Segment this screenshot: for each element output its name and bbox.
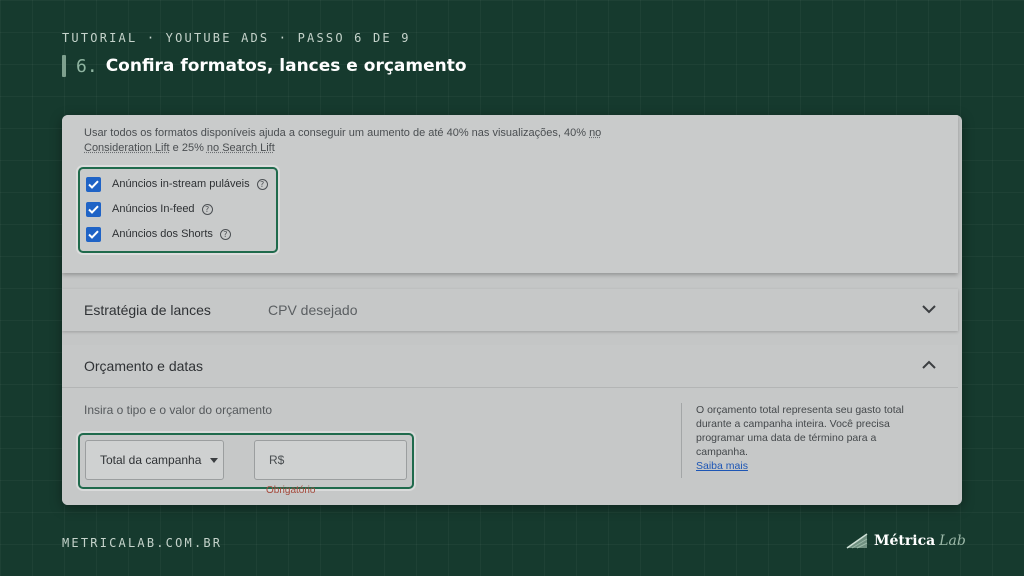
checkbox-checked-icon[interactable] xyxy=(86,226,101,242)
tutorial-eyebrow: TUTORIAL · YOUTUBE ADS · PASSO 6 DE 9 xyxy=(62,31,411,45)
format-option-infeed[interactable]: Anúncios In-feed ? xyxy=(86,197,213,221)
budget-type-select[interactable]: Total da campanha xyxy=(85,440,224,480)
bidding-strategy-row[interactable]: Estratégia de lances CPV desejado xyxy=(62,289,958,331)
metrica-lab-logo: Métrica Lab xyxy=(846,532,966,550)
formats-description-text-2: e 25% xyxy=(169,142,207,154)
budget-info: O orçamento total representa seu gasto t… xyxy=(681,403,911,478)
budget-label: Orçamento e datas xyxy=(84,358,204,374)
budget-type-value: Total da campanha xyxy=(100,453,202,467)
google-ads-panel: Usar todos os formatos disponíveis ajuda… xyxy=(62,115,962,505)
logo-suffix: Lab xyxy=(939,533,966,549)
title-row: 6. Confira formatos, lances e orçamento xyxy=(62,55,467,77)
formats-description: Usar todos os formatos disponíveis ajuda… xyxy=(84,126,644,156)
title-accent-bar xyxy=(62,55,66,77)
formats-section: Usar todos os formatos disponíveis ajuda… xyxy=(62,115,958,273)
footer-url: METRICALAB.COM.BR xyxy=(62,536,223,550)
bidding-strategy-label: Estratégia de lances xyxy=(84,302,211,318)
search-lift-link[interactable]: no Search Lift xyxy=(207,142,275,154)
learn-more-link[interactable]: Saiba mais xyxy=(696,459,911,473)
budget-amount-input[interactable]: R$ xyxy=(254,440,407,480)
chevron-up-icon[interactable] xyxy=(920,356,938,374)
budget-amount-placeholder: R$ xyxy=(269,453,285,467)
checkbox-checked-icon[interactable] xyxy=(86,201,101,217)
checkbox-checked-icon[interactable] xyxy=(86,176,101,192)
page-title: Confira formatos, lances e orçamento xyxy=(105,56,467,76)
format-option-label: Anúncios dos Shorts xyxy=(112,228,213,240)
chevron-down-icon[interactable] xyxy=(920,300,938,318)
format-option-label: Anúncios In-feed xyxy=(112,203,195,215)
formats-highlight: Anúncios in-stream puláveis ? Anúncios I… xyxy=(78,167,278,253)
help-icon[interactable]: ? xyxy=(201,203,213,215)
budget-header[interactable]: Orçamento e datas xyxy=(62,345,958,388)
step-number: 6. xyxy=(76,55,98,77)
budget-info-text: O orçamento total representa seu gasto t… xyxy=(696,404,904,458)
format-option-label: Anúncios in-stream puláveis xyxy=(112,178,250,190)
logo-mark-icon xyxy=(846,533,868,549)
logo-text: Métrica xyxy=(874,533,936,549)
dropdown-caret-icon xyxy=(210,457,219,463)
format-option-instream[interactable]: Anúncios in-stream puláveis ? xyxy=(86,172,268,196)
bidding-strategy-value: CPV desejado xyxy=(268,302,358,318)
budget-input-highlight: Total da campanha R$ xyxy=(78,433,414,489)
budget-section: Orçamento e datas Insira o tipo e o valo… xyxy=(62,345,958,505)
help-icon[interactable]: ? xyxy=(219,228,231,240)
format-option-shorts[interactable]: Anúncios dos Shorts ? xyxy=(86,222,231,246)
help-icon[interactable]: ? xyxy=(256,178,268,190)
formats-description-text: Usar todos os formatos disponíveis ajuda… xyxy=(84,127,590,139)
required-error-text: Obrigatório xyxy=(266,485,316,496)
budget-subtitle: Insira o tipo e o valor do orçamento xyxy=(84,403,273,417)
